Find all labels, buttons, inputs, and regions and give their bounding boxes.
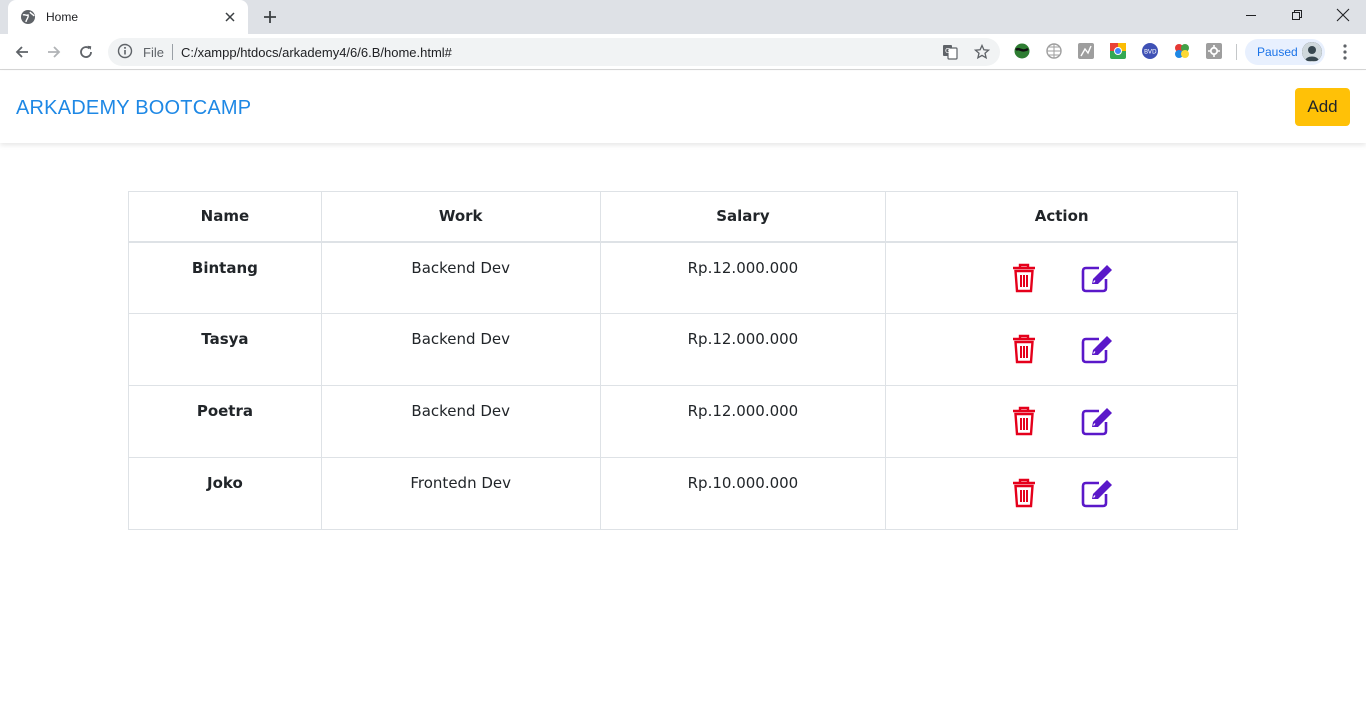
toolbar-divider xyxy=(1236,44,1237,60)
site-info-icon[interactable] xyxy=(117,43,135,61)
globe-icon xyxy=(20,9,36,25)
close-window-icon[interactable] xyxy=(1320,0,1366,30)
back-arrow-icon[interactable] xyxy=(8,38,36,66)
trash-icon[interactable] xyxy=(1009,478,1039,508)
table-row: Bintang Backend Dev Rp.12.000.000 xyxy=(128,241,1238,314)
reload-icon[interactable] xyxy=(72,38,100,66)
add-button[interactable]: Add xyxy=(1295,88,1350,126)
action-cell xyxy=(885,241,1238,314)
browser-tab-strip: Home xyxy=(0,0,1366,34)
salary-cell: Rp.12.000.000 xyxy=(599,241,887,314)
extension-settings-icon[interactable] xyxy=(1205,42,1223,60)
new-tab-icon[interactable] xyxy=(258,5,282,29)
column-header-work: Work xyxy=(320,191,601,243)
svg-text:G: G xyxy=(945,47,950,55)
translate-icon[interactable]: G xyxy=(936,38,964,66)
work-cell: Frontedn Dev xyxy=(320,457,601,530)
url-text[interactable]: C:/xampp/htdocs/arkademy4/6/6.B/home.htm… xyxy=(181,45,936,60)
omnibox-divider xyxy=(171,44,173,60)
extension-bvd-icon[interactable]: BVD xyxy=(1141,42,1159,60)
action-cell xyxy=(885,385,1238,458)
name-cell: Joko xyxy=(128,457,322,530)
extension-chrome-icon[interactable] xyxy=(1109,42,1127,60)
column-header-salary: Salary xyxy=(599,191,887,243)
extension-web-icon[interactable] xyxy=(1045,42,1063,60)
salary-cell: Rp.12.000.000 xyxy=(599,313,887,386)
profile-button[interactable]: Paused xyxy=(1245,39,1325,65)
bookmark-star-icon[interactable] xyxy=(968,38,996,66)
table-row: Joko Frontedn Dev Rp.10.000.000 xyxy=(128,457,1238,530)
minimize-window-icon[interactable] xyxy=(1228,0,1274,30)
work-cell: Backend Dev xyxy=(320,385,601,458)
extension-pdf-icon[interactable] xyxy=(1077,42,1095,60)
tab-title: Home xyxy=(46,10,79,24)
restore-window-icon[interactable] xyxy=(1274,0,1320,30)
avatar xyxy=(1302,42,1322,62)
employee-table: Name Work Salary Action Bintang Backend … xyxy=(128,191,1238,530)
extension-colorpick-icon[interactable] xyxy=(1173,42,1191,60)
profile-status: Paused xyxy=(1257,45,1298,59)
edit-icon[interactable] xyxy=(1081,263,1115,293)
column-header-action: Action xyxy=(885,191,1238,243)
name-cell: Poetra xyxy=(128,385,322,458)
salary-cell: Rp.10.000.000 xyxy=(599,457,887,530)
work-cell: Backend Dev xyxy=(320,241,601,314)
brand-link[interactable]: ARKADEMY BOOTCAMP xyxy=(16,97,251,120)
column-header-name: Name xyxy=(128,191,322,243)
svg-text:BVD: BVD xyxy=(1144,49,1157,56)
address-bar[interactable]: File C:/xampp/htdocs/arkademy4/6/6.B/hom… xyxy=(108,38,1000,66)
close-tab-icon[interactable] xyxy=(218,5,242,29)
browser-tab[interactable]: Home xyxy=(8,0,248,34)
action-cell xyxy=(885,457,1238,530)
browser-toolbar: File C:/xampp/htdocs/arkademy4/6/6.B/hom… xyxy=(0,34,1366,70)
edit-icon[interactable] xyxy=(1081,334,1115,364)
scheme-label: File xyxy=(143,44,164,60)
trash-icon[interactable] xyxy=(1009,263,1039,293)
table-row: Poetra Backend Dev Rp.12.000.000 xyxy=(128,385,1238,458)
trash-icon[interactable] xyxy=(1009,406,1039,436)
edit-icon[interactable] xyxy=(1081,406,1115,436)
browser-menu-icon[interactable] xyxy=(1334,40,1356,64)
table-row: Tasya Backend Dev Rp.12.000.000 xyxy=(128,313,1238,386)
extension-globe-icon[interactable] xyxy=(1013,42,1031,60)
trash-icon[interactable] xyxy=(1009,334,1039,364)
edit-icon[interactable] xyxy=(1081,478,1115,508)
action-cell xyxy=(885,313,1238,386)
name-cell: Tasya xyxy=(128,313,322,386)
work-cell: Backend Dev xyxy=(320,313,601,386)
salary-cell: Rp.12.000.000 xyxy=(599,385,887,458)
table-header-row: Name Work Salary Action xyxy=(128,191,1238,243)
name-cell: Bintang xyxy=(128,241,322,314)
page-navbar: ARKADEMY BOOTCAMP Add xyxy=(0,71,1366,143)
forward-arrow-icon[interactable] xyxy=(40,38,68,66)
